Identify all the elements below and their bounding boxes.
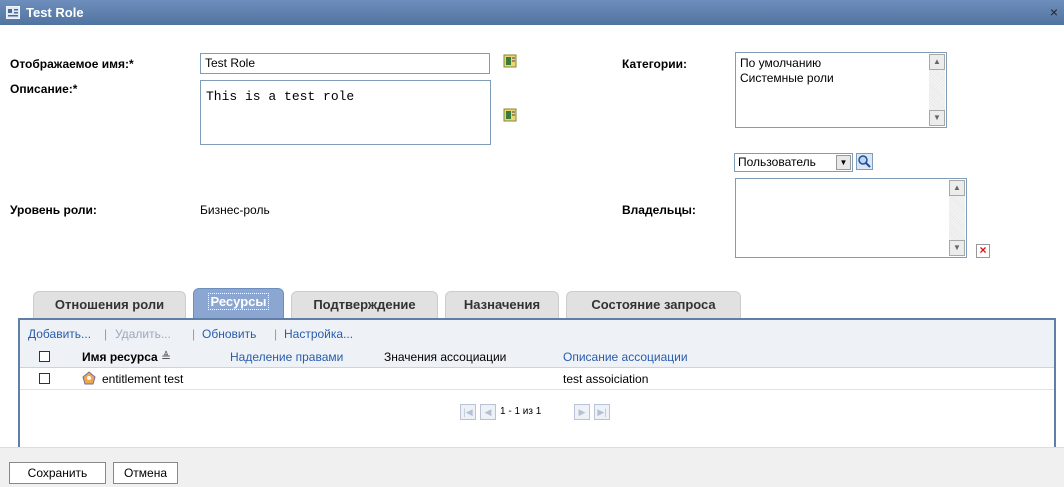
save-button[interactable]: Сохранить (9, 462, 106, 484)
last-page-icon[interactable]: ▶| (594, 404, 610, 420)
first-page-icon[interactable]: |◀ (460, 404, 476, 420)
sort-ascending-icon: ≜ (161, 350, 172, 364)
localize-book-icon[interactable] (503, 54, 517, 68)
resources-toolbar: Добавить... | Удалить... | Обновить | На… (20, 320, 1054, 346)
window-title: Test Role (26, 5, 84, 20)
tab-label: Назначения (463, 297, 541, 312)
row-checkbox[interactable] (39, 373, 50, 384)
pager-text: 1 - 1 из 1 (500, 406, 542, 417)
category-item[interactable]: Системные роли (740, 71, 942, 86)
tab-label: Подтверждение (313, 297, 416, 312)
scroll-down-icon[interactable]: ▼ (929, 110, 945, 126)
categories-label: Категории: (622, 57, 687, 71)
assoc-description: test assoiciation (563, 372, 649, 386)
owners-list[interactable]: ▲ ▼ (735, 178, 967, 258)
prev-page-icon[interactable]: ◀ (480, 404, 496, 420)
display-name-label: Отображаемое имя:* (10, 57, 134, 71)
tab-label: Состояние запроса (591, 297, 716, 312)
scroll-up-icon[interactable]: ▲ (929, 54, 945, 70)
chevron-down-icon: ▼ (836, 155, 851, 170)
resource-icon (82, 371, 96, 388)
description-value: This is a test role (206, 89, 355, 104)
owners-scrollbar[interactable]: ▲ ▼ (949, 180, 965, 256)
owner-type-select[interactable]: Пользователь ▼ (734, 153, 853, 172)
display-name-input[interactable]: Test Role (200, 53, 490, 74)
role-level-label: Уровень роли: (10, 203, 97, 217)
toolbar-separator: | (192, 327, 196, 341)
settings-button[interactable]: Настройка... (284, 327, 353, 341)
close-icon[interactable]: × (1050, 4, 1058, 20)
remove-button[interactable]: Удалить... (115, 327, 171, 341)
table-row[interactable]: entitlement test test assoiciation (20, 368, 1054, 390)
tab-approval[interactable]: Подтверждение (291, 291, 438, 318)
tab-resources[interactable]: Ресурсы (193, 288, 284, 318)
scroll-up-icon[interactable]: ▲ (949, 180, 965, 196)
footer-bar: Сохранить Отмена (0, 447, 1064, 487)
category-item[interactable]: По умолчанию (740, 56, 942, 71)
tab-assignments[interactable]: Назначения (445, 291, 559, 318)
tab-label: Отношения роли (54, 297, 165, 312)
add-button[interactable]: Добавить... (28, 327, 91, 341)
tab-request-status[interactable]: Состояние запроса (566, 291, 741, 318)
localize-book-icon[interactable] (503, 108, 517, 122)
toolbar-separator: | (274, 327, 278, 341)
tab-label: Ресурсы (207, 293, 270, 310)
resource-name[interactable]: entitlement test (102, 372, 183, 386)
toolbar-separator: | (104, 327, 108, 341)
role-icon (5, 5, 21, 22)
categories-list[interactable]: По умолчанию Системные роли ▲ ▼ (735, 52, 947, 128)
description-textarea[interactable]: This is a test role (200, 80, 491, 145)
description-label: Описание:* (10, 82, 78, 96)
select-all-checkbox[interactable] (39, 351, 50, 362)
column-header-assoc-description[interactable]: Описание ассоциации (563, 350, 688, 364)
window-titlebar: Test Role × (0, 0, 1064, 25)
categories-scrollbar[interactable]: ▲ ▼ (929, 54, 945, 126)
scroll-down-icon[interactable]: ▼ (949, 240, 965, 256)
next-page-icon[interactable]: ▶ (574, 404, 590, 420)
search-icon[interactable] (856, 153, 873, 170)
column-header-entitlement[interactable]: Наделение правами (230, 350, 343, 364)
column-header-assoc-values: Значения ассоциации (384, 350, 507, 364)
cancel-button[interactable]: Отмена (113, 462, 178, 484)
tab-role-relationships[interactable]: Отношения роли (33, 291, 186, 318)
role-level-value: Бизнес-роль (200, 203, 270, 217)
refresh-button[interactable]: Обновить (202, 327, 256, 341)
resources-panel: Добавить... | Удалить... | Обновить | На… (18, 318, 1056, 457)
table-header: Имя ресурса ≜ Наделение правами Значения… (20, 346, 1054, 368)
owner-type-value: Пользователь (738, 155, 816, 169)
delete-icon[interactable]: × (976, 244, 990, 258)
display-name-value: Test Role (205, 56, 256, 70)
owners-label: Владельцы: (622, 203, 696, 217)
column-header-resource-name[interactable]: Имя ресурса ≜ (82, 350, 171, 364)
